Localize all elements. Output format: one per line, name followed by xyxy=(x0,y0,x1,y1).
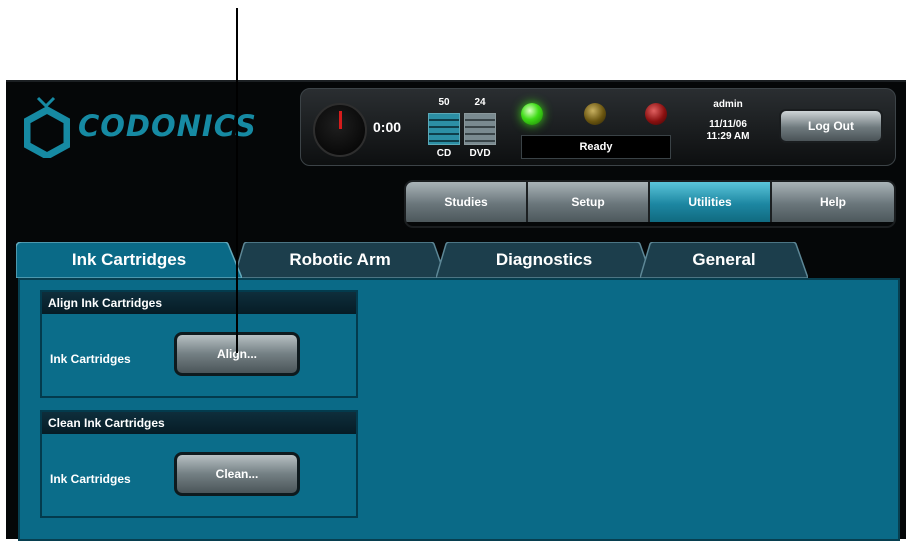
dvd-media: 24 DVD xyxy=(463,97,497,159)
clean-group: Clean Ink Cartridges Ink Cartridges Clea… xyxy=(40,410,358,518)
tab-content: Align Ink Cartridges Ink Cartridges Alig… xyxy=(18,278,900,541)
clean-group-label: Ink Cartridges xyxy=(50,472,131,486)
logo-text: CODONICS xyxy=(78,109,257,143)
callout-line xyxy=(236,8,238,353)
cd-label: CD xyxy=(436,148,452,159)
dvd-label: DVD xyxy=(469,148,491,159)
status-light-red-icon xyxy=(645,103,667,125)
nav-studies[interactable]: Studies xyxy=(406,182,528,222)
cd-media: 50 CD xyxy=(427,97,461,159)
time: 11:29 AM xyxy=(706,131,750,142)
clean-button[interactable]: Clean... xyxy=(174,452,300,496)
tab-diagnostics[interactable]: Diagnostics xyxy=(436,242,652,278)
align-group-title: Align Ink Cartridges xyxy=(42,292,356,314)
tab-robotic-arm-label: Robotic Arm xyxy=(289,250,391,269)
clean-group-title: Clean Ink Cartridges xyxy=(42,412,356,434)
align-group-label: Ink Cartridges xyxy=(50,352,131,366)
timer: 0:00 xyxy=(373,119,402,135)
tab-ink-cartridges[interactable]: Ink Cartridges xyxy=(16,242,242,278)
logout-button[interactable]: Log Out xyxy=(779,109,883,143)
dial-needle xyxy=(339,111,342,129)
user-info: admin 11/11/06 11:29 AM xyxy=(693,99,763,143)
cd-stack-icon xyxy=(428,113,460,145)
logo-hexagon-icon xyxy=(24,96,70,158)
tab-ink-cartridges-label: Ink Cartridges xyxy=(71,250,187,269)
username: admin xyxy=(713,99,743,110)
nav-help[interactable]: Help xyxy=(772,182,894,222)
status-light-green-icon xyxy=(521,103,543,125)
date: 11/11/06 xyxy=(709,119,747,130)
tab-diagnostics-label: Diagnostics xyxy=(495,250,593,269)
tab-general-label: General xyxy=(692,250,756,269)
dvd-stack-icon xyxy=(464,113,496,145)
status-panel: 0:00 50 CD 24 DVD Ready admin 11/11/06 1… xyxy=(300,88,896,166)
cd-count: 50 xyxy=(438,97,450,108)
codonics-logo: CODONICS xyxy=(24,94,284,158)
app-window: CODONICS 0:00 50 CD 24 DVD Ready admin 1… xyxy=(6,80,906,541)
nav-setup[interactable]: Setup xyxy=(528,182,650,222)
main-nav: Studies Setup Utilities Help xyxy=(404,180,896,228)
status-ready: Ready xyxy=(521,135,671,159)
tab-robotic-arm[interactable]: Robotic Arm xyxy=(234,242,446,278)
align-group: Align Ink Cartridges Ink Cartridges Alig… xyxy=(40,290,358,398)
status-light-amber-icon xyxy=(584,103,606,125)
status-dial xyxy=(313,103,367,157)
dvd-count: 24 xyxy=(474,97,486,108)
nav-utilities[interactable]: Utilities xyxy=(650,182,772,222)
tab-general[interactable]: General xyxy=(640,242,808,278)
